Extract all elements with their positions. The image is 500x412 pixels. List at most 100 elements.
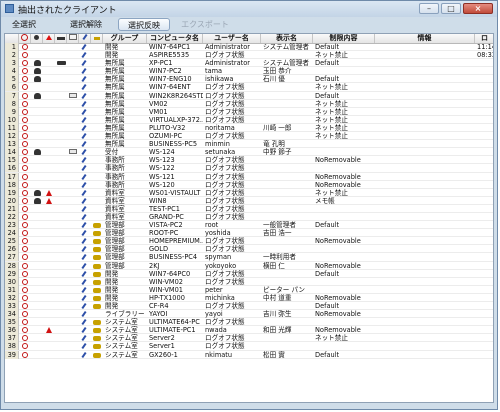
table-row[interactable]: 29 開発 WIN7-64PC0 ログオフ状態 Default: [5, 269, 493, 278]
restriction-cell: Default: [315, 59, 340, 68]
header-display-name[interactable]: 表示名: [261, 34, 313, 43]
table-row[interactable]: 25 管理部 HOMEPREMIUM... ログオフ状態 NoRemovable: [5, 237, 493, 246]
table-row[interactable]: 1 開発 WIN7-64PC1 Administrator システム管理者 Default…: [5, 43, 493, 52]
header-login[interactable]: ロ: [475, 34, 493, 43]
info-cell: [377, 221, 475, 229]
table-row[interactable]: 28 管理部 2KJ yokoyoko 横田 仁 NoRemovable: [5, 261, 493, 270]
table-row[interactable]: 4 無所属 WIN7-PC2 tama 玉田 恭介: [5, 67, 493, 76]
login-time-cell: [477, 205, 493, 213]
user-name-cell: ログオフ状態: [205, 51, 245, 60]
table-row[interactable]: 15 事務所 WS-123 ログオフ状態 NoRemovable: [5, 156, 493, 165]
table-row[interactable]: 5 無所属 WIN7-ENG10 ishikawa 石川 優 Default: [5, 75, 493, 84]
display-name-cell: 中野 節子: [263, 148, 292, 157]
minimize-button[interactable]: –: [419, 3, 439, 14]
table-row[interactable]: 24 管理部 ROOT-PC yoshida 吉田 浩一: [5, 229, 493, 238]
table-row[interactable]: 39 システム室 GX260-1 nkimatu 松田 實 Default: [5, 350, 493, 359]
table-row[interactable]: 27 管理部 BUSINESS-PC4 spyman 一時利用者: [5, 253, 493, 262]
title-bar: 抽出されたクライアント – □ ×: [1, 1, 497, 17]
edit-icon: [81, 76, 87, 83]
login-time-cell: [477, 229, 493, 237]
table-row[interactable]: 19 資料室 WS01-VISTAULT ログオフ状態 ネット禁止: [5, 188, 493, 197]
computer-name-cell: PLUTO-V32: [149, 123, 186, 132]
header-key[interactable]: [91, 34, 103, 43]
table-row[interactable]: 18 事務所 WS-120 ログオフ状態 NoRemovable: [5, 180, 493, 189]
table-row[interactable]: 31 開発 WIN-VM01 peter ピーター パン: [5, 285, 493, 294]
restriction-cell: [315, 213, 375, 221]
table-row[interactable]: 3 無所属 XP-PC1 Administrator システム管理者 Default: [5, 59, 493, 68]
restriction-cell: ネット禁止: [315, 115, 348, 124]
header-row-number[interactable]: [5, 34, 19, 43]
display-name-cell: [263, 189, 313, 197]
power-icon: [22, 84, 28, 91]
header-user-name[interactable]: ユーザー名: [203, 34, 261, 43]
header-user[interactable]: [31, 34, 43, 43]
power-icon: [22, 262, 28, 269]
close-button[interactable]: ×: [463, 3, 493, 14]
group-cell: 無所属: [105, 99, 125, 108]
key-icon: [93, 336, 101, 342]
row-number: 6: [5, 83, 19, 92]
table-row[interactable]: 14 受付 WS-124 setunaka 中野 節子: [5, 148, 493, 157]
user-name-cell: Administrator: [205, 43, 250, 51]
deselect-button[interactable]: 選択解除: [62, 18, 110, 31]
table-row[interactable]: 30 開発 WIN-VM02 ログオフ状態: [5, 277, 493, 286]
apply-selection-button[interactable]: 選択反映: [118, 18, 170, 31]
power-icon: [22, 327, 28, 334]
info-cell: [377, 59, 475, 67]
header-computer-name[interactable]: コンピュータ名: [147, 34, 203, 43]
table-row[interactable]: 10 無所属 VIRTUALXP-372... ログオフ状態 ネット禁止: [5, 115, 493, 124]
export-button[interactable]: エクスポート: [178, 18, 232, 31]
table-row[interactable]: 11 無所属 PLUTO-V32 noritama 川崎 一郎 ネット禁止: [5, 123, 493, 133]
table-row[interactable]: 34 ライブラリー YAYOI yayoi 吉川 弥生 NoRemovable: [5, 310, 493, 319]
user-name-cell: ログオフ状態: [205, 180, 245, 189]
header-network[interactable]: [67, 34, 79, 43]
table-row[interactable]: 23 管理部 VISTA-PC2 root 一般管理者 Default: [5, 221, 493, 230]
maximize-button[interactable]: □: [441, 3, 461, 14]
user-name-cell: ログオフ状態: [205, 156, 245, 165]
info-cell: [377, 108, 475, 116]
table-row[interactable]: 17 事務所 WS-121 ログオフ状態 NoRemovable: [5, 172, 493, 181]
key-icon: [93, 304, 101, 309]
login-time-cell: [477, 286, 493, 294]
computer-name-cell: Server1: [149, 342, 175, 351]
header-warning[interactable]: [43, 34, 55, 43]
table-row[interactable]: 16 事務所 WS-122 ログオフ状態: [5, 164, 493, 173]
table-row[interactable]: 2 開発 ASPIRE5535 ログオフ状態 ネット禁止 08:33:4: [5, 51, 493, 60]
table-row[interactable]: 6 無所属 WIN7-64ENT ログオフ状態 ネット禁止: [5, 83, 493, 92]
table-row[interactable]: 37 システム室 Server2 ログオフ状態 ネット禁止: [5, 334, 493, 343]
power-icon: [22, 222, 28, 229]
header-usb[interactable]: [55, 34, 67, 43]
table-row[interactable]: 22 資料室 GRAND-PC ログオフ状態: [5, 212, 493, 222]
group-cell: 事務所: [105, 156, 125, 165]
power-icon: [22, 181, 28, 188]
table-row[interactable]: 21 資料室 TEST-PC1 ログオフ状態: [5, 204, 493, 213]
table-row[interactable]: 33 開発 CF-R4 ログオフ状態 Default: [5, 302, 493, 311]
info-cell: [377, 213, 475, 221]
table-row[interactable]: 9 無所属 VM01 ログオフ状態 ネット禁止: [5, 107, 493, 116]
table-row[interactable]: 35 システム室 ULTIMATE64-PC ログオフ状態: [5, 318, 493, 327]
table-row[interactable]: 38 システム室 Server1 ログオフ状態: [5, 342, 493, 351]
toolbar: 全選択 選択解除 選択反映 エクスポート: [4, 18, 494, 32]
user-name-cell: nkimatu: [205, 350, 233, 359]
header-power[interactable]: [19, 34, 31, 43]
info-cell: [377, 83, 475, 91]
header-info[interactable]: 情報: [375, 34, 475, 43]
table-row[interactable]: 20 資料室 WIN8 ログオフ状態 メモ帳: [5, 196, 493, 205]
header-edit[interactable]: [79, 34, 91, 43]
power-icon: [22, 149, 28, 156]
row-number: 39: [5, 350, 19, 359]
header-restriction[interactable]: 制限内容: [313, 34, 375, 43]
header-group[interactable]: グループ: [103, 34, 147, 43]
table-row[interactable]: 26 管理部 GOLD ログオフ状態: [5, 245, 493, 254]
table-row[interactable]: 8 無所属 VM02 ログオフ状態 ネット禁止: [5, 99, 493, 108]
table-row[interactable]: 12 無所属 OZUMI-PC ログオフ状態 ネット禁止: [5, 132, 493, 141]
table-row[interactable]: 13 無所属 BUSINESS-PC5 minmin 竜 孔明: [5, 140, 493, 149]
display-name-cell: 中村 道重: [263, 293, 292, 302]
select-all-button[interactable]: 全選択: [4, 18, 44, 31]
table-row[interactable]: 32 開発 HP-TX1000 michinka 中村 道重 NoRemovable: [5, 293, 493, 302]
table-row[interactable]: 36 システム室 ULTIMATE-PC1 nwada 和田 光輝 NoRemovable: [5, 326, 493, 335]
user-name-cell: setunaka: [205, 148, 236, 157]
info-cell: [377, 43, 475, 51]
table-row[interactable]: 7 無所属 WIN2K8R264STD ログオフ状態 Default: [5, 91, 493, 100]
client-grid[interactable]: グループ コンピュータ名 ユーザー名 表示名 制限内容 情報 ロ 1 開発 WIN7…: [4, 33, 494, 403]
